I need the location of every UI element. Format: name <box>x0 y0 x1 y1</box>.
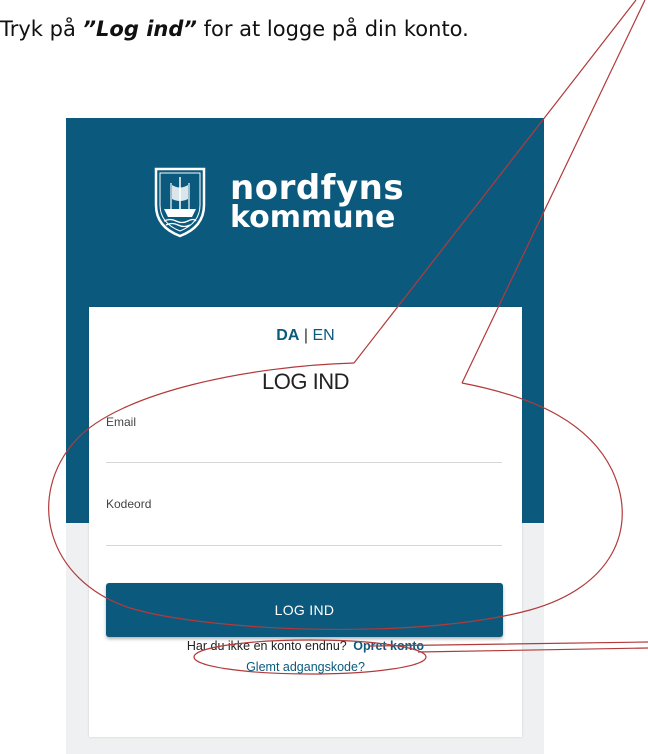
instruction-text: Tryk på ”Log ind” for at logge på din ko… <box>0 17 469 41</box>
create-account-link[interactable]: Opret konto <box>353 639 424 653</box>
login-card: DA | EN LOG IND Email Kodeord LOG IND Ha… <box>89 307 522 737</box>
forgot-password-link[interactable]: Glemt adgangskode? <box>89 660 522 674</box>
login-button[interactable]: LOG IND <box>106 583 503 637</box>
instruction-emphasis: ”Log ind” <box>82 17 197 41</box>
password-field[interactable] <box>106 515 502 546</box>
language-da-link[interactable]: DA <box>276 327 299 344</box>
coat-of-arms-ship-icon <box>154 167 206 238</box>
logo-wordmark: nordfyns kommune <box>230 170 404 235</box>
logo: nordfyns kommune <box>150 165 404 239</box>
logo-line-2: kommune <box>230 199 396 235</box>
password-label: Kodeord <box>106 497 152 511</box>
email-field[interactable] <box>106 432 502 463</box>
language-en-link[interactable]: EN <box>312 327 334 344</box>
login-title: LOG IND <box>262 369 349 394</box>
instruction-prefix: Tryk på <box>0 17 83 41</box>
language-switcher: DA | EN <box>89 327 522 345</box>
signup-prompt-text: Har du ikke en konto endnu? <box>186 639 347 653</box>
email-label: Email <box>106 415 137 429</box>
signup-prompt: Har du ikke en konto endnu? Opret konto <box>89 639 522 653</box>
language-separator: | <box>303 327 309 344</box>
instruction-suffix: for at logge på din konto. <box>196 17 469 41</box>
